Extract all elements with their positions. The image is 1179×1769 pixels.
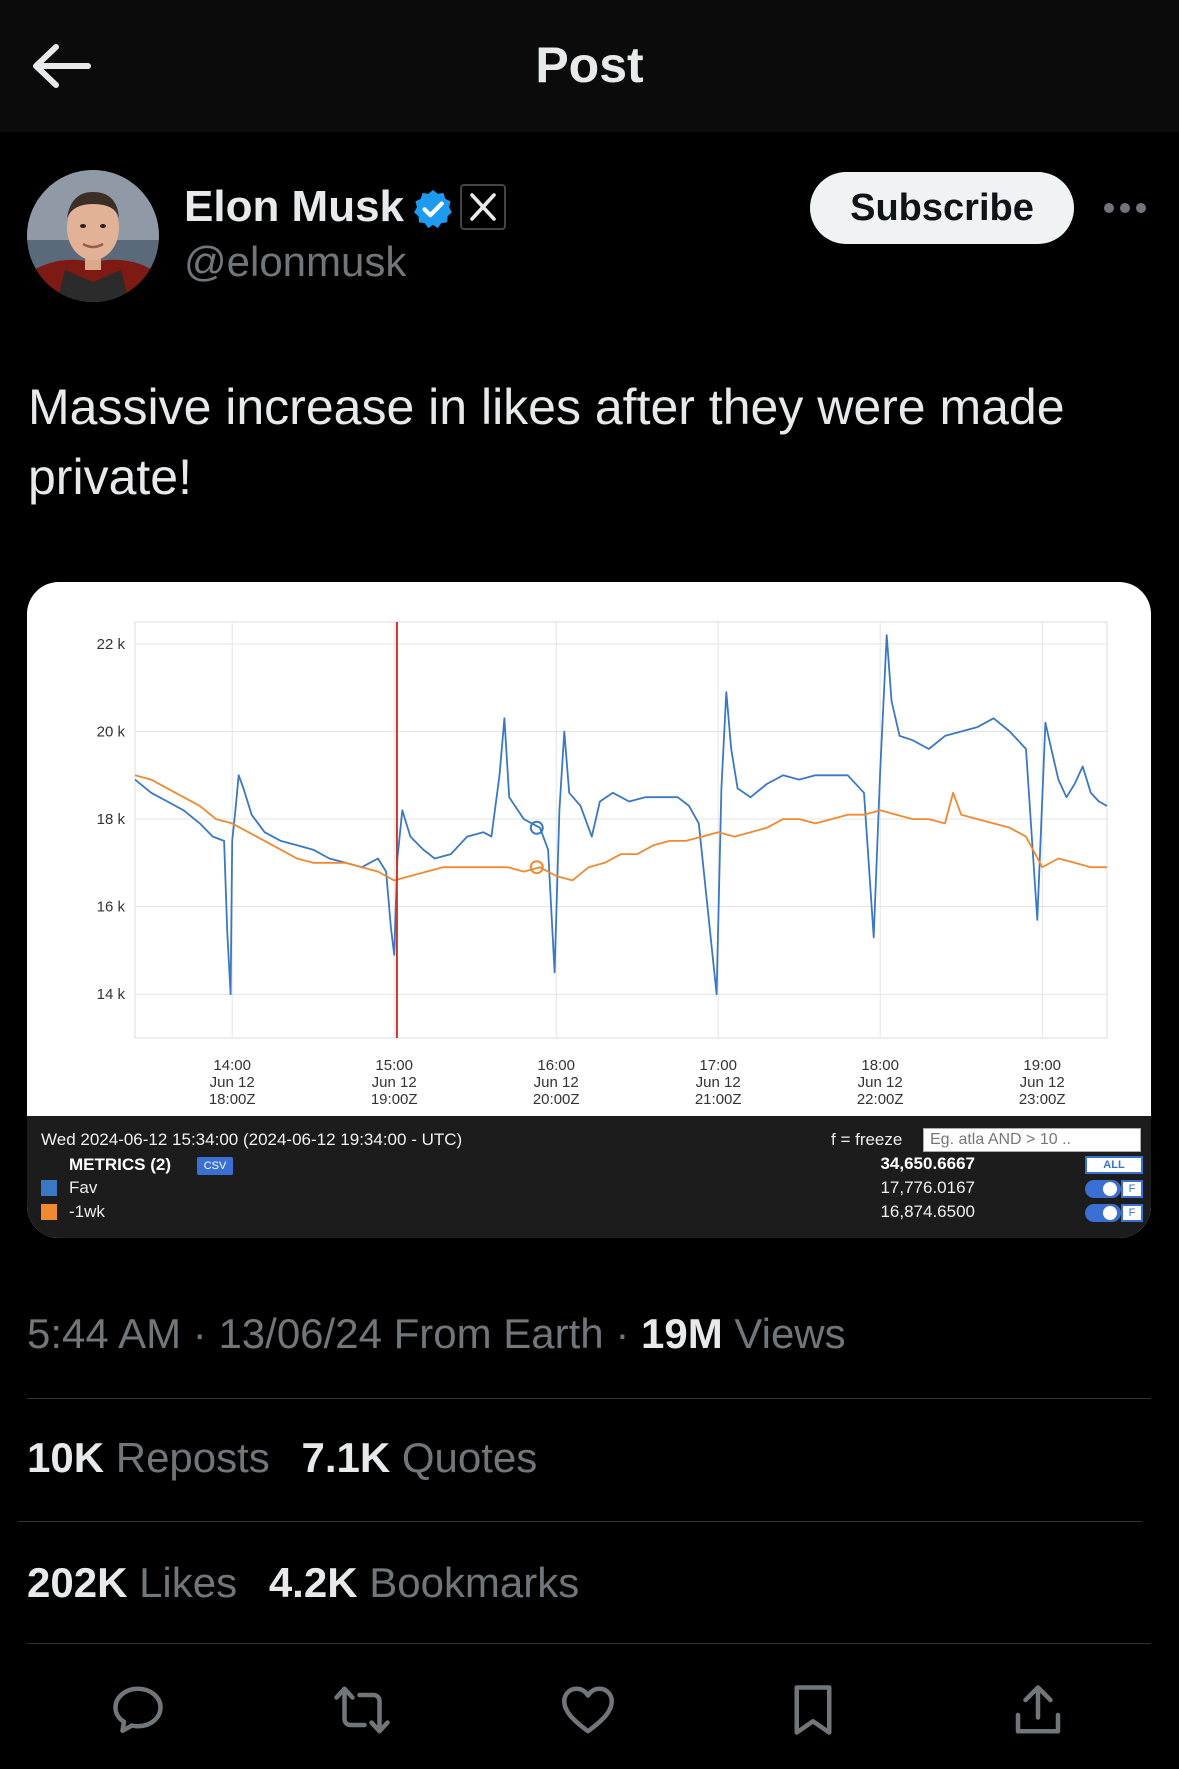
x-tick-label: Jun 12: [210, 1074, 255, 1091]
x-tick-label: 19:00: [1023, 1057, 1061, 1074]
like-icon: [562, 1686, 614, 1734]
y-tick-label: 14 k: [97, 986, 126, 1003]
verified-badge-icon: [414, 189, 452, 229]
csv-button[interactable]: CSV: [197, 1157, 233, 1175]
like-button[interactable]: [558, 1680, 618, 1740]
quotes-label: Quotes: [401, 1434, 538, 1481]
legend-metrics-label: METRICS (2): [69, 1155, 171, 1174]
stats-row-1: 10K Reposts 7.1K Quotes: [27, 1434, 557, 1482]
stats-row-2: 202K Likes 4.2K Bookmarks: [27, 1559, 599, 1607]
divider: [27, 1398, 1151, 1399]
quotes-count: 7.1K: [301, 1434, 391, 1481]
divider: [18, 1521, 1142, 1522]
y-tick-label: 18 k: [97, 811, 126, 828]
reposts-label: Reposts: [115, 1434, 270, 1481]
series-swatch-fav: [41, 1180, 57, 1196]
legend-datetime: Wed 2024-06-12 15:34:00 (2024-06-12 19:3…: [41, 1130, 463, 1149]
series-name-fav: Fav: [69, 1178, 98, 1197]
likes-stat[interactable]: 202K Likes: [27, 1559, 237, 1606]
likes-label: Likes: [139, 1559, 238, 1606]
post-meta: 5:44 AM · 13/06/24 From Earth · 19M View…: [27, 1310, 846, 1358]
page-title: Post: [535, 37, 644, 93]
metric-filter-input[interactable]: [923, 1128, 1141, 1152]
post-time: 5:44 AM: [27, 1310, 182, 1357]
x-tick-label: 19:00Z: [371, 1091, 418, 1108]
subscribe-button[interactable]: Subscribe: [810, 172, 1074, 244]
x-tick-label: Jun 12: [1020, 1074, 1065, 1091]
x-tick-label: Jun 12: [372, 1074, 417, 1091]
x-affiliate-icon[interactable]: [460, 184, 506, 230]
post-date: 13/06/24: [218, 1310, 382, 1357]
series-freeze-fav[interactable]: F: [1121, 1180, 1143, 1198]
x-logo-icon: [470, 193, 496, 221]
series-toggle-fav[interactable]: [1085, 1180, 1121, 1198]
chart-legend-panel: Wed 2024-06-12 15:34:00 (2024-06-12 19:3…: [27, 1116, 1151, 1238]
avatar[interactable]: [27, 170, 159, 302]
divider: [27, 1643, 1151, 1644]
more-dots-icon: [1104, 203, 1146, 213]
y-tick-label: 22 k: [97, 636, 126, 653]
bookmarks-count: 4.2K: [268, 1559, 358, 1606]
reposts-count: 10K: [27, 1434, 105, 1481]
bookmarks-label: Bookmarks: [369, 1559, 580, 1606]
x-tick-label: Jun 12: [696, 1074, 741, 1091]
views-count: 19M: [640, 1310, 723, 1357]
reply-icon: [113, 1686, 163, 1733]
meta-separator: ·: [192, 1310, 219, 1357]
reply-button[interactable]: [108, 1680, 168, 1740]
views-label: Views: [734, 1310, 846, 1357]
x-tick-label: 22:00Z: [857, 1091, 904, 1108]
metric-total-value: 34,650.6667: [880, 1154, 975, 1173]
y-tick-label: 16 k: [97, 899, 126, 916]
y-tick-label: 20 k: [97, 723, 126, 740]
bookmark-button[interactable]: [783, 1680, 843, 1740]
reposts-stat[interactable]: 10K Reposts: [27, 1434, 270, 1481]
series-toggle-1wk[interactable]: [1085, 1204, 1121, 1222]
series-value-fav: 17,776.0167: [880, 1178, 975, 1197]
repost-icon: [334, 1686, 390, 1734]
series-name-1wk: -1wk: [69, 1202, 105, 1221]
x-tick-label: 14:00: [213, 1057, 251, 1074]
series-swatch-1wk: [41, 1204, 57, 1220]
avatar-image: [27, 170, 159, 302]
x-tick-label: 15:00: [375, 1057, 413, 1074]
meta-separator: ·: [615, 1310, 641, 1357]
x-tick-label: 16:00: [537, 1057, 575, 1074]
x-tick-label: 17:00: [699, 1057, 737, 1074]
bookmarks-stat[interactable]: 4.2K Bookmarks: [269, 1559, 579, 1606]
x-tick-label: 18:00Z: [209, 1091, 256, 1108]
top-bar: Post: [0, 0, 1179, 132]
freeze-hint: f = freeze: [831, 1130, 903, 1149]
all-toggle-button[interactable]: ALL: [1085, 1156, 1143, 1174]
x-tick-label: Jun 12: [534, 1074, 579, 1091]
post-media-chart[interactable]: 22 k 20 k 18 k 16 k 14 k 14:00 Jun 12 18:00Z 15:…: [27, 582, 1151, 1238]
x-tick-label: 21:00Z: [695, 1091, 742, 1108]
x-tick-label: 18:00: [861, 1057, 899, 1074]
author-name[interactable]: Elon Musk: [184, 182, 404, 232]
post-text: Massive increase in likes after they wer…: [28, 379, 1065, 505]
x-tick-label: Jun 12: [858, 1074, 903, 1091]
share-icon: [1015, 1685, 1061, 1734]
plot-area: [134, 621, 1108, 1039]
author-handle[interactable]: @elonmusk: [184, 238, 406, 286]
series-freeze-1wk[interactable]: F: [1121, 1204, 1143, 1222]
post-source: From Earth: [393, 1310, 604, 1357]
series-value-1wk: 16,874.6500: [880, 1202, 975, 1221]
quotes-stat[interactable]: 7.1K Quotes: [301, 1434, 537, 1481]
bookmark-icon: [794, 1685, 832, 1735]
repost-button[interactable]: [332, 1680, 392, 1740]
x-tick-label: 20:00Z: [533, 1091, 580, 1108]
share-button[interactable]: [1008, 1680, 1068, 1740]
x-tick-label: 23:00Z: [1019, 1091, 1066, 1108]
more-options-button[interactable]: [1100, 190, 1150, 226]
chart-plot: 22 k20 k18 k16 k14 k14:00Jun 1218:00Z15:…: [97, 621, 1108, 1108]
likes-count: 202K: [27, 1559, 128, 1606]
